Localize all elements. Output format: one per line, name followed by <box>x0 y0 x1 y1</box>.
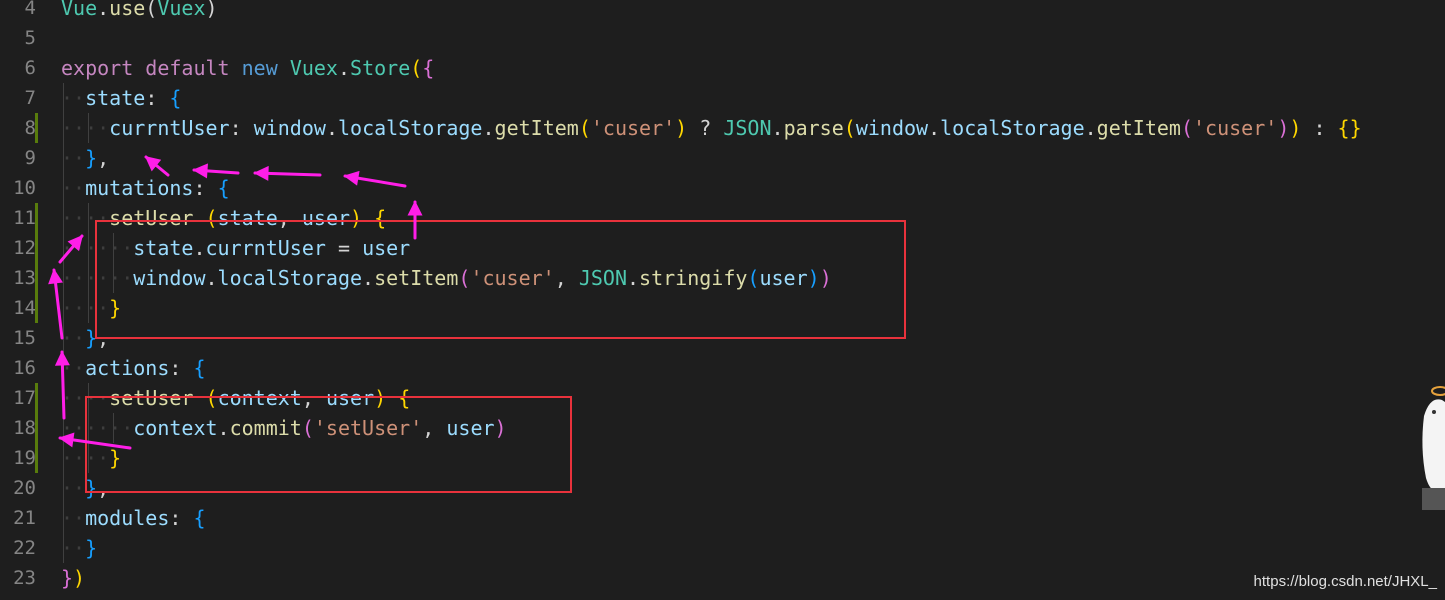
arrow-left-1 <box>343 170 407 188</box>
arrow-left-2 <box>253 165 322 181</box>
annotation-arrows <box>48 155 423 450</box>
arrow-left-4 <box>144 155 170 177</box>
arrow-up-2 <box>48 268 64 340</box>
arrow-left-3 <box>192 163 240 179</box>
mascot-sticker <box>1422 386 1445 510</box>
arrow-to-setuser <box>58 234 84 264</box>
arrow-up-1 <box>54 350 70 420</box>
arrow-commit-to-mutation <box>58 432 132 450</box>
watermark: https://blog.csdn.net/JHXL_ <box>1253 573 1437 590</box>
